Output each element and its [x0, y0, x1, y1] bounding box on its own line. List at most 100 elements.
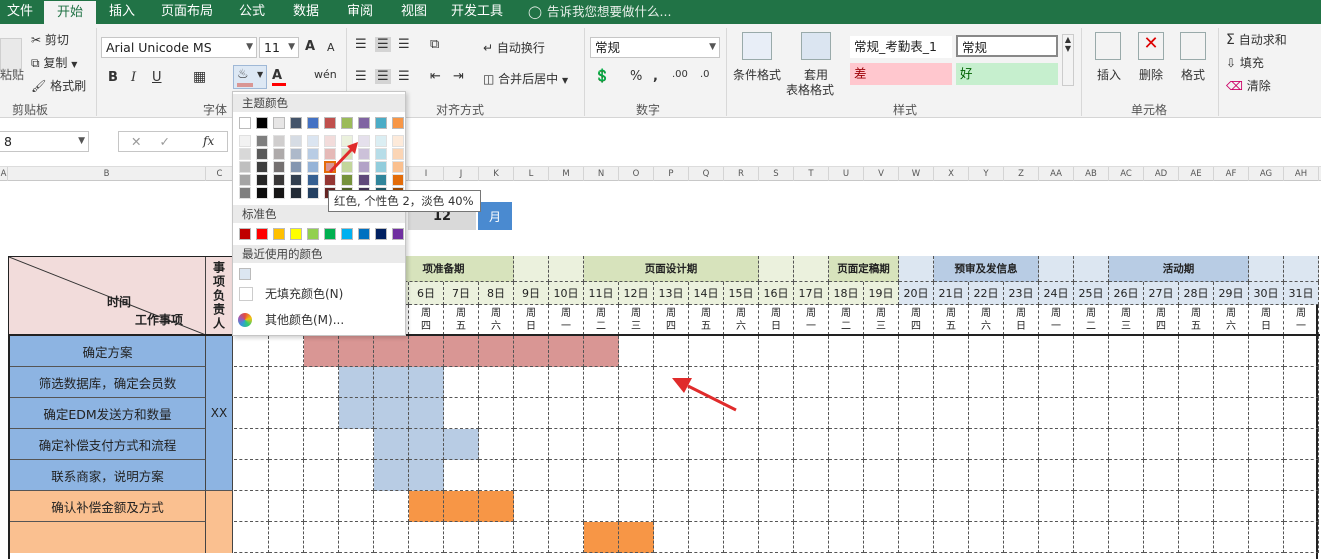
gantt-cell[interactable]	[829, 336, 864, 367]
column-header-r[interactable]: R	[724, 167, 759, 181]
gantt-cell[interactable]	[759, 398, 794, 429]
standard-color-swatch[interactable]	[392, 228, 404, 240]
task-name-cell[interactable]: 确定方案	[10, 336, 206, 367]
theme-shade-swatch[interactable]	[273, 135, 285, 147]
gantt-cell[interactable]	[409, 522, 444, 553]
gantt-cell[interactable]	[269, 429, 304, 460]
theme-shade-swatch[interactable]	[324, 148, 336, 160]
day-cell[interactable]: 20日	[899, 282, 934, 305]
gantt-cell[interactable]	[1109, 460, 1144, 491]
gantt-cell[interactable]	[1144, 522, 1179, 553]
column-header-v[interactable]: V	[864, 167, 899, 181]
gantt-cell[interactable]	[1214, 398, 1249, 429]
gantt-cell[interactable]	[1004, 429, 1039, 460]
gantt-cell[interactable]	[1249, 429, 1284, 460]
gantt-cell[interactable]	[1074, 429, 1109, 460]
weekday-cell[interactable]: 周一	[1039, 305, 1074, 335]
column-header-o[interactable]: O	[619, 167, 654, 181]
gantt-cell[interactable]	[654, 429, 689, 460]
phase-cell[interactable]: 预审及发信息	[934, 256, 1039, 282]
gantt-bar-cell[interactable]	[409, 491, 444, 522]
selected-color-swatch[interactable]	[324, 161, 336, 173]
conditional-format-icon[interactable]	[742, 32, 772, 60]
gantt-cell[interactable]	[864, 429, 899, 460]
gantt-bar-cell[interactable]	[584, 336, 619, 367]
gantt-bar-cell[interactable]	[444, 336, 479, 367]
gantt-cell[interactable]	[1214, 491, 1249, 522]
gantt-cell[interactable]	[304, 429, 339, 460]
day-cell[interactable]: 23日	[1004, 282, 1039, 305]
gantt-cell[interactable]	[514, 367, 549, 398]
theme-shade-swatch[interactable]	[290, 174, 302, 186]
gantt-cell[interactable]	[1249, 367, 1284, 398]
theme-shade-swatch[interactable]	[239, 135, 251, 147]
gantt-cell[interactable]	[549, 429, 584, 460]
gantt-cell[interactable]	[864, 398, 899, 429]
gantt-cell[interactable]	[969, 460, 1004, 491]
gantt-cell[interactable]	[689, 336, 724, 367]
gantt-cell[interactable]	[1284, 336, 1319, 367]
standard-color-swatch[interactable]	[256, 228, 268, 240]
gantt-cell[interactable]	[689, 367, 724, 398]
gantt-cell[interactable]	[934, 367, 969, 398]
gantt-cell[interactable]	[1214, 460, 1249, 491]
day-cell[interactable]: 15日	[724, 282, 759, 305]
gantt-cell[interactable]	[234, 398, 269, 429]
gantt-cell[interactable]	[549, 460, 584, 491]
theme-color-swatch[interactable]	[290, 117, 302, 129]
gantt-bar-cell[interactable]	[339, 367, 374, 398]
font-name-select[interactable]: Arial Unicode MS ▼	[101, 37, 257, 58]
gantt-cell[interactable]	[234, 429, 269, 460]
format-cells-icon[interactable]	[1180, 32, 1206, 60]
gantt-cell[interactable]	[1039, 522, 1074, 553]
gantt-cell[interactable]	[759, 429, 794, 460]
fill-button[interactable]: ⇩ 填充	[1226, 54, 1264, 71]
gantt-cell[interactable]	[619, 460, 654, 491]
weekday-cell[interactable]: 周三	[864, 305, 899, 335]
gantt-cell[interactable]	[689, 522, 724, 553]
gantt-cell[interactable]	[1179, 460, 1214, 491]
gantt-cell[interactable]	[339, 429, 374, 460]
gantt-cell[interactable]	[1074, 336, 1109, 367]
column-header-ad[interactable]: AD	[1144, 167, 1179, 181]
gantt-cell[interactable]	[969, 522, 1004, 553]
gantt-cell[interactable]	[1214, 429, 1249, 460]
standard-color-swatch[interactable]	[273, 228, 285, 240]
weekday-cell[interactable]: 周六	[1214, 305, 1249, 335]
gantt-cell[interactable]	[689, 429, 724, 460]
gantt-cell[interactable]	[514, 398, 549, 429]
gantt-cell[interactable]	[969, 336, 1004, 367]
column-header-i[interactable]: I	[409, 167, 444, 181]
gantt-cell[interactable]	[689, 398, 724, 429]
task-name-cell[interactable]: 联系商家，说明方案	[10, 460, 206, 491]
tab-insert[interactable]: 插入	[98, 0, 146, 24]
gantt-cell[interactable]	[899, 398, 934, 429]
theme-shade-swatch[interactable]	[392, 148, 404, 160]
theme-shade-swatch[interactable]	[341, 174, 353, 186]
phase-cell[interactable]	[759, 256, 794, 282]
tab-view[interactable]: 视图	[390, 0, 438, 24]
gantt-cell[interactable]	[304, 491, 339, 522]
gantt-cell[interactable]	[899, 460, 934, 491]
phase-cell[interactable]: 活动期	[1109, 256, 1249, 282]
gantt-cell[interactable]	[584, 398, 619, 429]
gantt-cell[interactable]	[864, 367, 899, 398]
day-cell[interactable]: 31日	[1284, 282, 1319, 305]
gantt-cell[interactable]	[864, 491, 899, 522]
insert-cells-icon[interactable]	[1095, 32, 1121, 60]
gantt-bar-cell[interactable]	[304, 336, 339, 367]
gantt-cell[interactable]	[654, 460, 689, 491]
weekday-cell[interactable]: 周五	[1179, 305, 1214, 335]
gantt-cell[interactable]	[934, 460, 969, 491]
weekday-cell[interactable]: 周二	[829, 305, 864, 335]
gantt-cell[interactable]	[304, 367, 339, 398]
task-name-cell[interactable]: 筛选数据库，确定会员数	[10, 367, 206, 398]
day-cell[interactable]: 28日	[1179, 282, 1214, 305]
currency-icon[interactable]: 💲	[594, 69, 610, 84]
gantt-bar-cell[interactable]	[374, 367, 409, 398]
gantt-cell[interactable]	[899, 367, 934, 398]
gantt-cell[interactable]	[724, 336, 759, 367]
tab-home[interactable]: 开始	[44, 0, 96, 24]
weekday-cell[interactable]: 周二	[584, 305, 619, 335]
weekday-cell[interactable]: 周四	[899, 305, 934, 335]
